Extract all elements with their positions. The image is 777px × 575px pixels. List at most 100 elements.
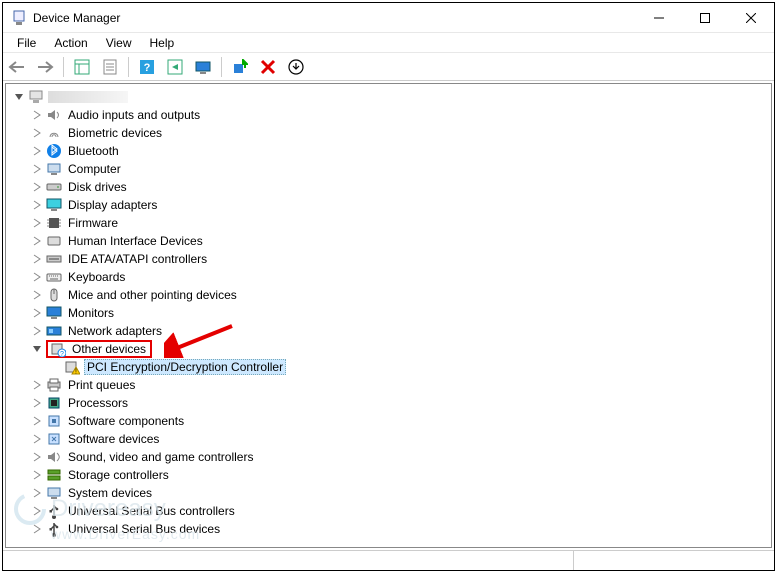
back-button[interactable] xyxy=(5,55,29,79)
tree-item-label: Monitors xyxy=(66,306,116,320)
chevron-right-icon[interactable] xyxy=(30,162,44,176)
device-tree[interactable]: Audio inputs and outputs Biometric devic… xyxy=(5,83,772,548)
help-button[interactable]: ? xyxy=(135,55,159,79)
chevron-right-icon[interactable] xyxy=(30,144,44,158)
app-icon xyxy=(11,10,27,26)
add-hardware-button[interactable] xyxy=(228,55,252,79)
tree-item-label: PCI Encryption/Decryption Controller xyxy=(84,359,286,375)
tree-item-print-queues[interactable]: Print queues xyxy=(6,376,771,394)
tree-item-firmware[interactable]: Firmware xyxy=(6,214,771,232)
tree-item-storage-controllers[interactable]: Storage controllers xyxy=(6,466,771,484)
chevron-down-icon[interactable] xyxy=(30,342,44,356)
tree-root[interactable] xyxy=(6,88,771,106)
tree-item-other-devices[interactable]: ? Other devices xyxy=(6,340,771,358)
keyboard-icon xyxy=(46,269,62,285)
tree-item-label: System devices xyxy=(66,486,154,500)
menu-help[interactable]: Help xyxy=(142,34,183,52)
tree-item-pci-encryption[interactable]: ! PCI Encryption/Decryption Controller xyxy=(6,358,771,376)
tree-item-label: Storage controllers xyxy=(66,468,171,482)
chevron-right-icon[interactable] xyxy=(30,180,44,194)
chevron-right-icon[interactable] xyxy=(30,288,44,302)
usb-icon xyxy=(46,503,62,519)
tree-item-bluetooth[interactable]: Bluetooth xyxy=(6,142,771,160)
chevron-right-icon[interactable] xyxy=(30,378,44,392)
chevron-right-icon[interactable] xyxy=(30,432,44,446)
network-icon xyxy=(46,323,62,339)
tree-item-usb-devices[interactable]: Universal Serial Bus devices xyxy=(6,520,771,538)
uninstall-button[interactable] xyxy=(256,55,280,79)
chevron-right-icon[interactable] xyxy=(30,270,44,284)
chevron-right-icon[interactable] xyxy=(30,252,44,266)
tree-item-label: Disk drives xyxy=(66,180,129,194)
chevron-right-icon[interactable] xyxy=(30,486,44,500)
action-button[interactable] xyxy=(163,55,187,79)
chevron-right-icon[interactable] xyxy=(30,396,44,410)
tree-item-label: Keyboards xyxy=(66,270,127,284)
tree-item-label: Software devices xyxy=(66,432,161,446)
tree-item-label: Sound, video and game controllers xyxy=(66,450,255,464)
forward-button[interactable] xyxy=(33,55,57,79)
tree-item-label: Processors xyxy=(66,396,130,410)
tree-item-computer[interactable]: Computer xyxy=(6,160,771,178)
system-icon xyxy=(46,485,62,501)
hid-icon xyxy=(46,233,62,249)
tree-item-network[interactable]: Network adapters xyxy=(6,322,771,340)
chevron-right-icon[interactable] xyxy=(30,522,44,536)
svg-text:!: ! xyxy=(75,369,77,376)
chevron-right-icon[interactable] xyxy=(30,108,44,122)
tree-item-mice[interactable]: Mice and other pointing devices xyxy=(6,286,771,304)
tree-item-label: Universal Serial Bus controllers xyxy=(66,504,237,518)
tree-item-disk[interactable]: Disk drives xyxy=(6,178,771,196)
usb-icon xyxy=(46,521,62,537)
tree-item-software-devices[interactable]: Software devices xyxy=(6,430,771,448)
tree-item-display[interactable]: Display adapters xyxy=(6,196,771,214)
chevron-right-icon[interactable] xyxy=(30,504,44,518)
chevron-right-icon[interactable] xyxy=(30,324,44,338)
chevron-right-icon[interactable] xyxy=(30,126,44,140)
chevron-right-icon[interactable] xyxy=(30,234,44,248)
chevron-right-icon[interactable] xyxy=(30,198,44,212)
tree-item-monitors[interactable]: Monitors xyxy=(6,304,771,322)
computer-icon xyxy=(28,89,44,105)
scan-hardware-button[interactable] xyxy=(191,55,215,79)
window-title: Device Manager xyxy=(33,11,636,25)
toolbar: ? xyxy=(3,53,774,81)
chip-icon xyxy=(46,215,62,231)
tree-item-label: Universal Serial Bus devices xyxy=(66,522,222,536)
tree-item-ide[interactable]: IDE ATA/ATAPI controllers xyxy=(6,250,771,268)
chevron-right-icon[interactable] xyxy=(30,450,44,464)
maximize-button[interactable] xyxy=(682,3,728,33)
mouse-icon xyxy=(46,287,62,303)
tree-item-system-devices[interactable]: System devices xyxy=(6,484,771,502)
tree-item-keyboards[interactable]: Keyboards xyxy=(6,268,771,286)
toolbar-separator xyxy=(221,57,222,77)
tree-item-label: Biometric devices xyxy=(66,126,164,140)
tree-item-label: Mice and other pointing devices xyxy=(66,288,239,302)
status-segment xyxy=(3,551,574,570)
tree-item-sound[interactable]: Sound, video and game controllers xyxy=(6,448,771,466)
menu-file[interactable]: File xyxy=(9,34,44,52)
chevron-right-icon[interactable] xyxy=(30,216,44,230)
chevron-right-icon[interactable] xyxy=(30,414,44,428)
tree-item-audio[interactable]: Audio inputs and outputs xyxy=(6,106,771,124)
update-driver-button[interactable] xyxy=(284,55,308,79)
title-bar: Device Manager xyxy=(3,3,774,33)
tree-item-label: IDE ATA/ATAPI controllers xyxy=(66,252,209,266)
tree-item-processors[interactable]: Processors xyxy=(6,394,771,412)
show-hide-tree-button[interactable] xyxy=(70,55,94,79)
properties-button[interactable] xyxy=(98,55,122,79)
tree-item-software-components[interactable]: Software components xyxy=(6,412,771,430)
minimize-button[interactable] xyxy=(636,3,682,33)
disk-icon xyxy=(46,179,62,195)
chevron-right-icon[interactable] xyxy=(30,468,44,482)
menu-view[interactable]: View xyxy=(98,34,140,52)
status-bar xyxy=(3,550,774,570)
close-button[interactable] xyxy=(728,3,774,33)
tree-item-biometric[interactable]: Biometric devices xyxy=(6,124,771,142)
chevron-down-icon[interactable] xyxy=(12,90,26,104)
menu-action[interactable]: Action xyxy=(46,34,95,52)
tree-item-hid[interactable]: Human Interface Devices xyxy=(6,232,771,250)
tree-item-label: Firmware xyxy=(66,216,120,230)
chevron-right-icon[interactable] xyxy=(30,306,44,320)
tree-item-usb-controllers[interactable]: Universal Serial Bus controllers xyxy=(6,502,771,520)
